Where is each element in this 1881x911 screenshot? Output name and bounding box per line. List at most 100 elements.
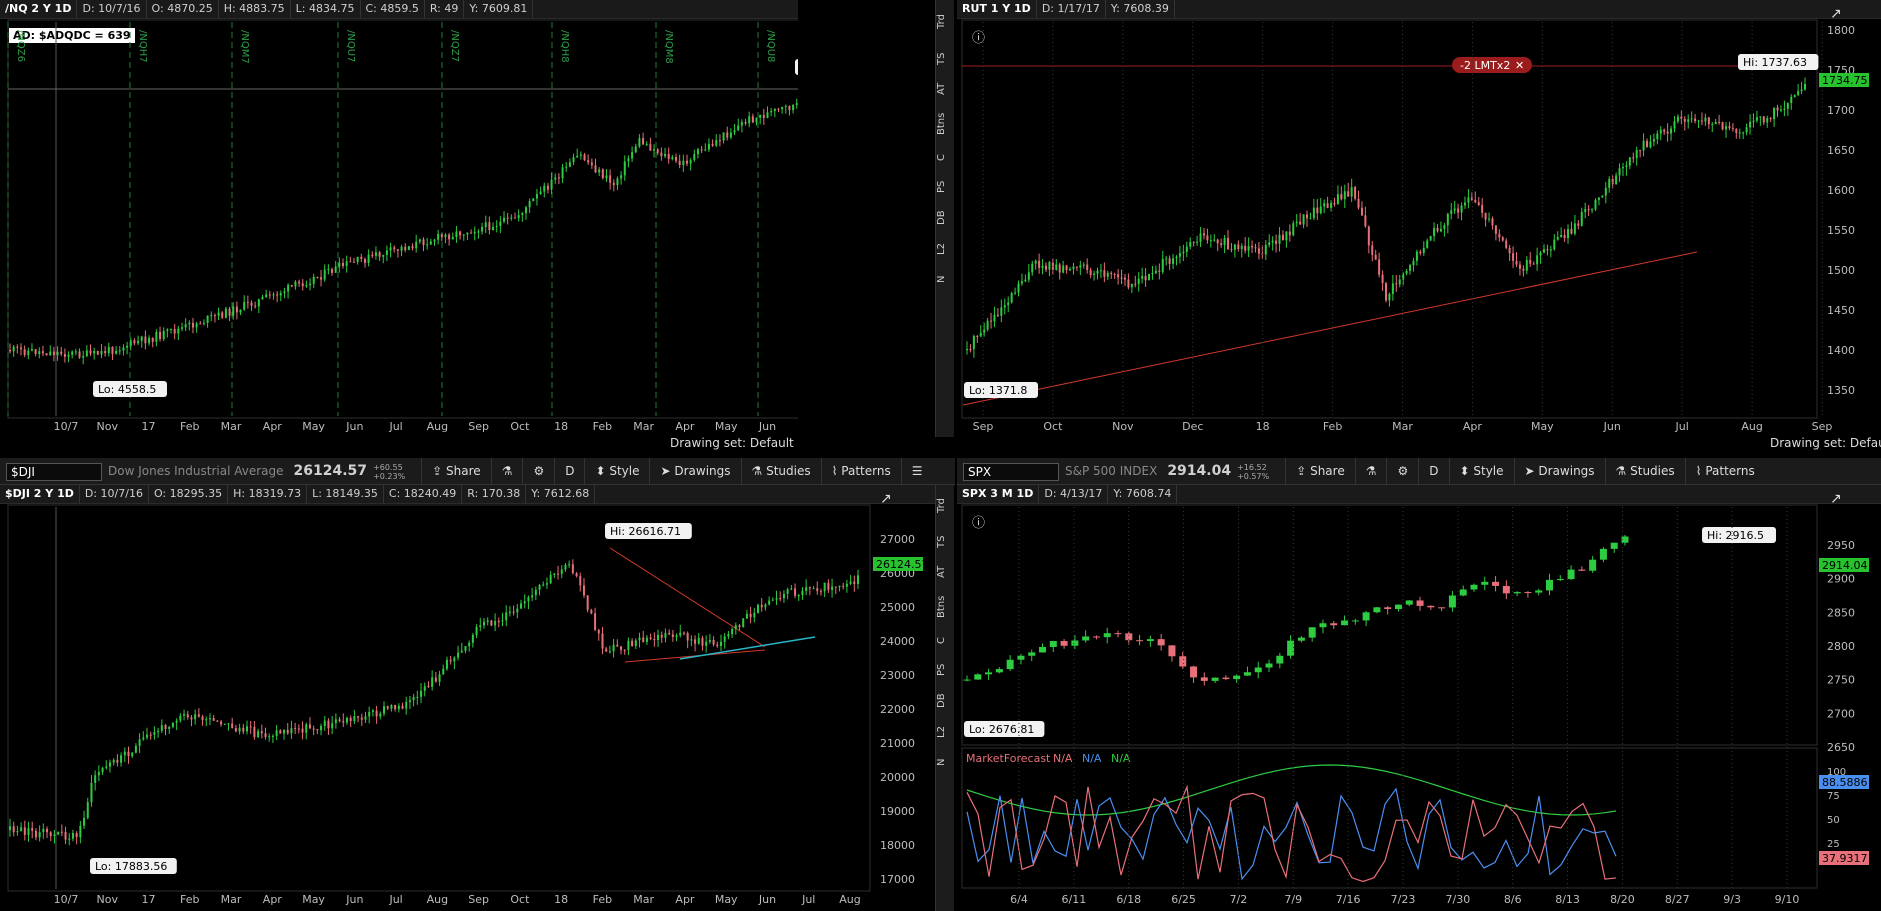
rut-price-chart[interactable]: ⓘ-2 LMTx2 ✕180017501700165016001550150014… (957, 0, 1881, 455)
side-tab-c[interactable]: C (936, 627, 954, 655)
dji-x-tick: May (302, 893, 325, 906)
nq-price-chart[interactable]: /NQZ6/NQH7/NQM7/NQU7/NQZ7/NQH8/NQM8/NQU8… (0, 0, 798, 455)
nq-candle (265, 294, 268, 298)
nq-candle (627, 158, 630, 162)
nq-drawing-set-label: Drawing set: Default (670, 436, 794, 450)
spx-period-button[interactable]: D (1418, 458, 1448, 484)
side-tab-c[interactable]: C (936, 144, 954, 172)
nq-expiry-label: /NQH7 (137, 30, 148, 63)
spx-symbol-input[interactable]: SPX (963, 462, 1059, 481)
rut-candle (1508, 247, 1511, 254)
gear-icon[interactable]: ⚙ (522, 458, 554, 484)
spx-x-tick: 8/13 (1555, 893, 1580, 906)
rut-candle (1106, 272, 1109, 277)
nq-drawing-set[interactable]: Drawing set: Default (670, 436, 794, 450)
spx-style-button[interactable]: ⬍ Style (1448, 458, 1514, 484)
spx-patterns-button[interactable]: ⌇ Patterns (1684, 458, 1765, 484)
dji-candle (434, 677, 437, 682)
nq-candle (115, 350, 118, 354)
nq-candle (740, 122, 743, 126)
rut-candle (966, 349, 968, 351)
side-tab-n[interactable]: N (936, 264, 954, 294)
rut-drawing-set[interactable]: Drawing set: Default (1770, 436, 1881, 450)
side-tab-ts[interactable]: TS (936, 527, 954, 557)
spx-share-button[interactable]: ⇪ Share (1285, 458, 1355, 484)
rut-candle (1333, 203, 1336, 205)
side-tab-l2[interactable]: L2 (936, 717, 954, 747)
rut-x-tick: Apr (1463, 420, 1483, 433)
side-tab-at[interactable]: AT (936, 74, 954, 104)
side-tab-ps[interactable]: PS (936, 172, 954, 202)
nq-x-tick: May (302, 420, 325, 433)
rut-candle (1611, 178, 1614, 185)
nq-candle (528, 201, 531, 208)
rut-candle (1484, 212, 1487, 220)
dji-price-chart[interactable]: 2700026000250002400023000220002100020000… (0, 485, 935, 911)
dji-style-button[interactable]: ⬍ Style (584, 458, 649, 484)
dji-candle (708, 639, 711, 642)
rut-candle (1450, 210, 1453, 214)
spx-study-red-tag: 37.9317 (1822, 852, 1868, 865)
rut-candle (1089, 269, 1092, 275)
side-tab-ts[interactable]: TS (936, 44, 954, 74)
side-tab-btns[interactable]: Btns (936, 104, 954, 144)
dji-share-button[interactable]: ⇪ Share (421, 458, 491, 484)
spx-price-chart[interactable]: ⓘ 2950 2900 2850 2800 2750 2700 2650 Hi: 2916.5 L… (957, 485, 1881, 911)
nq-candle (407, 246, 410, 251)
rut-candle (1168, 258, 1171, 264)
dji-candle (364, 716, 367, 720)
spx-x-tick: 7/23 (1391, 893, 1416, 906)
side-tab-ps[interactable]: PS (936, 655, 954, 685)
dji-period-button[interactable]: D (554, 458, 584, 484)
dji-studies-label: Studies (766, 464, 811, 478)
rut-candle (1522, 268, 1525, 271)
nq-candle (704, 149, 707, 151)
dji-patterns-button[interactable]: ⌇ Patterns (820, 458, 901, 484)
dji-symbol-input[interactable]: $DJI (6, 462, 102, 481)
rut-candle (1220, 243, 1223, 246)
dji-studies-button[interactable]: ⚗ Studies (740, 458, 821, 484)
spx-drawings-button[interactable]: ➤ Drawings (1513, 458, 1605, 484)
dji-candle (542, 584, 545, 586)
rut-candle (1797, 91, 1800, 96)
rut-chart-panel: RUT 1 Y 1D D: 1/17/17 Y: 7608.39 ⓘ -2 LMTx2… (957, 0, 1881, 455)
dji-drawings-button[interactable]: ➤ Drawings (649, 458, 740, 484)
dji-candle (764, 604, 767, 608)
nq-x-tick: Jun (758, 420, 776, 433)
rut-candle (1347, 191, 1350, 197)
rut-candle (1278, 234, 1281, 244)
flask-icon[interactable]: ⚗ (490, 458, 523, 484)
dji-change-net: +60.55 (373, 462, 403, 472)
nq-x-tick: Sep (468, 420, 489, 433)
dji-candle (660, 634, 663, 638)
rut-candle (1615, 175, 1618, 185)
side-tab-l2[interactable]: L2 (936, 234, 954, 264)
nq-expiry-label: /NQM7 (239, 30, 250, 64)
dji-x-tick: Aug (839, 893, 860, 906)
side-tab-at[interactable]: AT (936, 557, 954, 587)
rut-candle (1175, 256, 1178, 259)
side-tab-db[interactable]: DB (936, 202, 954, 234)
rut-candle (1556, 237, 1559, 240)
rut-x-tick: Feb (1323, 420, 1342, 433)
menu-icon[interactable]: ☰ (900, 458, 933, 484)
rut-candle (1123, 277, 1126, 280)
spx-candle (1373, 607, 1381, 613)
flask-icon[interactable]: ⚗ (1354, 458, 1387, 484)
spx-candle (985, 672, 993, 675)
side-tab-trd[interactable]: Trd (936, 0, 954, 44)
spx-studies-button[interactable]: ⚗ Studies (1604, 458, 1685, 484)
rut-candle (1357, 198, 1360, 208)
dji-candle (320, 725, 323, 731)
rut-candle (1670, 128, 1673, 134)
rut-candle (1137, 278, 1140, 284)
side-tab-trd[interactable]: Trd (936, 485, 954, 527)
nq-candle (107, 346, 110, 354)
spx-candle (995, 669, 1003, 673)
dji-candle (516, 608, 519, 613)
side-tab-n[interactable]: N (936, 747, 954, 777)
side-tab-db[interactable]: DB (936, 685, 954, 717)
rut-candle (1096, 270, 1099, 274)
gear-icon[interactable]: ⚙ (1386, 458, 1418, 484)
side-tab-btns[interactable]: Btns (936, 587, 954, 627)
